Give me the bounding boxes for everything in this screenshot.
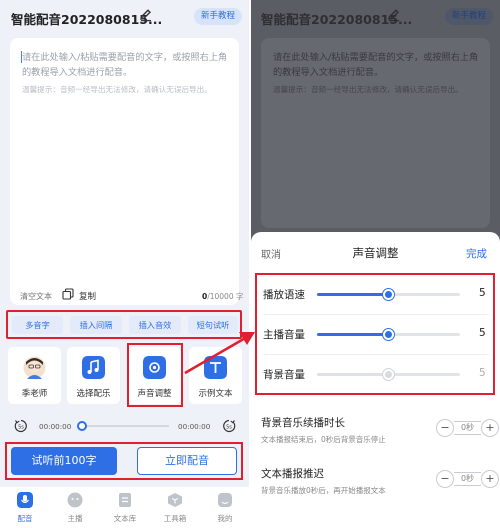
tool-label: 选择配乐 <box>76 389 111 399</box>
option-title: 文本播报推迟 <box>261 468 324 480</box>
tab-dubbing[interactable]: 配音 <box>0 491 50 527</box>
red-arrow-annotation <box>184 332 255 375</box>
slider-value: 5 <box>479 367 486 379</box>
copy-label: 复制 <box>79 292 97 302</box>
rewind-5s-icon[interactable]: 5s <box>14 419 28 433</box>
slider-value: 5 <box>479 327 486 339</box>
tool-anchor-voice[interactable]: 季老师 <box>8 347 61 404</box>
microphone-icon <box>17 492 33 508</box>
stepper-value[interactable]: 0秒 <box>454 472 481 486</box>
sheet-title: 声音调整 <box>352 246 399 260</box>
slider-group-highlight: 播放语速 5 主播音量 5 背景音量 5 <box>255 273 495 395</box>
option-text-delay: 文本播报推迟 背景音乐播放0秒后，再开始播报文本 − 0秒 + <box>261 466 499 508</box>
title-bar: 智能配音2022080815... 新手教程 <box>0 0 249 32</box>
tab-anchor[interactable]: 主播 <box>50 491 100 527</box>
stepper-value[interactable]: 0秒 <box>454 421 481 435</box>
tab-label: 配音 <box>17 514 33 523</box>
minus-icon[interactable]: − <box>436 470 454 488</box>
sound-adjust-sheet: 取消 声音调整 完成 播放语速 5 主播音量 5 背景音量 5 背景音乐续播时长… <box>251 232 500 528</box>
player-progress-thumb[interactable] <box>77 421 87 431</box>
copy-icon <box>62 288 74 300</box>
tab-label: 我的 <box>217 514 233 523</box>
editor-hint: 温馨提示：音频一经导出无法修改，请确认无误后导出。 <box>22 85 212 94</box>
toolbox-icon <box>168 493 182 507</box>
slider-label: 主播音量 <box>263 329 305 341</box>
sheet-done-button[interactable]: 完成 <box>466 246 487 261</box>
slider-row-bg-volume: 背景音量 5 <box>257 355 493 394</box>
forward-5s-label: 5s <box>226 425 232 431</box>
tutorial-button[interactable]: 新手教程 <box>194 8 242 25</box>
player-total-time: 00:00:00 <box>178 422 211 431</box>
chip-insert-effect[interactable]: 插入音效 <box>129 316 181 334</box>
character-count: 0/10000 字 <box>202 291 244 302</box>
plus-icon[interactable]: + <box>481 419 499 437</box>
dimmed-editor-placeholder: 请在此处输入/粘贴需要配音的文字，或按照右上角的教程导入文档进行配音。 <box>273 52 479 78</box>
bg-volume-slider[interactable] <box>317 369 460 380</box>
slider-fill <box>317 293 389 296</box>
forward-5s-icon[interactable]: 5s <box>222 419 236 433</box>
profile-icon <box>218 493 232 507</box>
player-current-time: 00:00:00 <box>39 422 72 431</box>
char-count-total: /10000 字 <box>207 292 244 301</box>
slider-row-anchor-volume: 主播音量 5 <box>257 315 493 354</box>
player-progress-track[interactable] <box>82 425 169 427</box>
slider-row-speed: 播放语速 5 <box>257 275 493 314</box>
slider-fill <box>317 333 389 336</box>
slider-thumb[interactable] <box>382 369 394 380</box>
comparison-stage: 智能配音2022080815... 新手教程 请在此处输入/粘贴需要配音的文字，… <box>0 0 500 528</box>
tool-label: 示例文本 <box>198 389 233 399</box>
slider-thumb[interactable] <box>382 329 394 340</box>
slider-thumb[interactable] <box>382 289 394 300</box>
slider-label: 背景音量 <box>263 369 305 381</box>
avatar-icon <box>23 356 46 379</box>
bottom-tab-bar: 配音 主播 文本库 工具箱 我的 <box>0 487 249 528</box>
document-icon <box>119 493 131 507</box>
dimmed-text-editor: 请在此处输入/粘贴需要配音的文字，或按照右上角的教程导入文档进行配音。 温馨提示… <box>261 38 490 228</box>
option-desc: 文本播报结束后，0秒后背景音乐停止 <box>261 435 386 444</box>
chip-insert-pause[interactable]: 插入间隔 <box>70 316 122 334</box>
editor-placeholder: 请在此处输入/粘贴需要配音的文字，或按照右上角的教程导入文档进行配音。 <box>22 52 228 78</box>
sound-adjust-highlight <box>127 343 183 407</box>
text-delay-stepper: − 0秒 + <box>436 470 499 488</box>
pencil-edit-icon[interactable] <box>139 8 153 22</box>
option-desc: 背景音乐播放0秒后，再开始播报文本 <box>261 486 386 495</box>
chip-polyphone[interactable]: 多音字 <box>12 316 63 334</box>
dimmed-editor-hint: 温馨提示：音频一经导出无法修改，请确认无误后导出。 <box>273 85 463 94</box>
audio-player: 5s 00:00:00 00:00:00 5s <box>14 419 238 435</box>
minus-icon[interactable]: − <box>436 419 454 437</box>
plus-icon[interactable]: + <box>481 470 499 488</box>
try-listen-button[interactable]: 试听前100字 <box>11 447 117 475</box>
anchor-volume-slider[interactable] <box>317 329 460 340</box>
tab-label: 文本库 <box>113 514 137 523</box>
face-icon <box>67 492 83 508</box>
speed-slider[interactable] <box>317 289 460 300</box>
tab-toolbox[interactable]: 工具箱 <box>150 491 200 527</box>
music-note-icon <box>82 356 105 379</box>
tab-label: 主播 <box>67 514 83 523</box>
tool-label: 季老师 <box>21 389 48 399</box>
right-phone-screen: 智能配音2022080815... 新手教程 请在此处输入/粘贴需要配音的文字，… <box>251 0 500 528</box>
slider-fill <box>317 373 389 376</box>
slider-value: 5 <box>479 287 486 299</box>
text-editor[interactable]: 请在此处输入/粘贴需要配音的文字，或按照右上角的教程导入文档进行配音。 温馨提示… <box>10 38 244 305</box>
tab-text-library[interactable]: 文本库 <box>100 491 150 527</box>
left-phone-screen: 智能配音2022080815... 新手教程 请在此处输入/粘贴需要配音的文字，… <box>0 0 249 528</box>
tab-mine[interactable]: 我的 <box>200 491 249 527</box>
dimmed-pencil-edit-icon <box>388 9 399 22</box>
tab-label: 工具箱 <box>163 514 187 523</box>
slider-label: 播放语速 <box>263 289 305 301</box>
bg-continue-stepper: − 0秒 + <box>436 419 499 437</box>
option-title: 背景音乐续播时长 <box>261 417 345 429</box>
rewind-5s-label: 5s <box>18 425 24 431</box>
dub-now-button[interactable]: 立即配音 <box>137 447 237 475</box>
tool-choose-music[interactable]: 选择配乐 <box>67 347 120 404</box>
option-bg-continue: 背景音乐续播时长 文本播报结束后，0秒后背景音乐停止 − 0秒 + <box>261 415 499 457</box>
dimmed-tutorial-button: 新手教程 <box>445 8 493 25</box>
clear-text-button[interactable]: 清空文本 <box>20 291 52 302</box>
